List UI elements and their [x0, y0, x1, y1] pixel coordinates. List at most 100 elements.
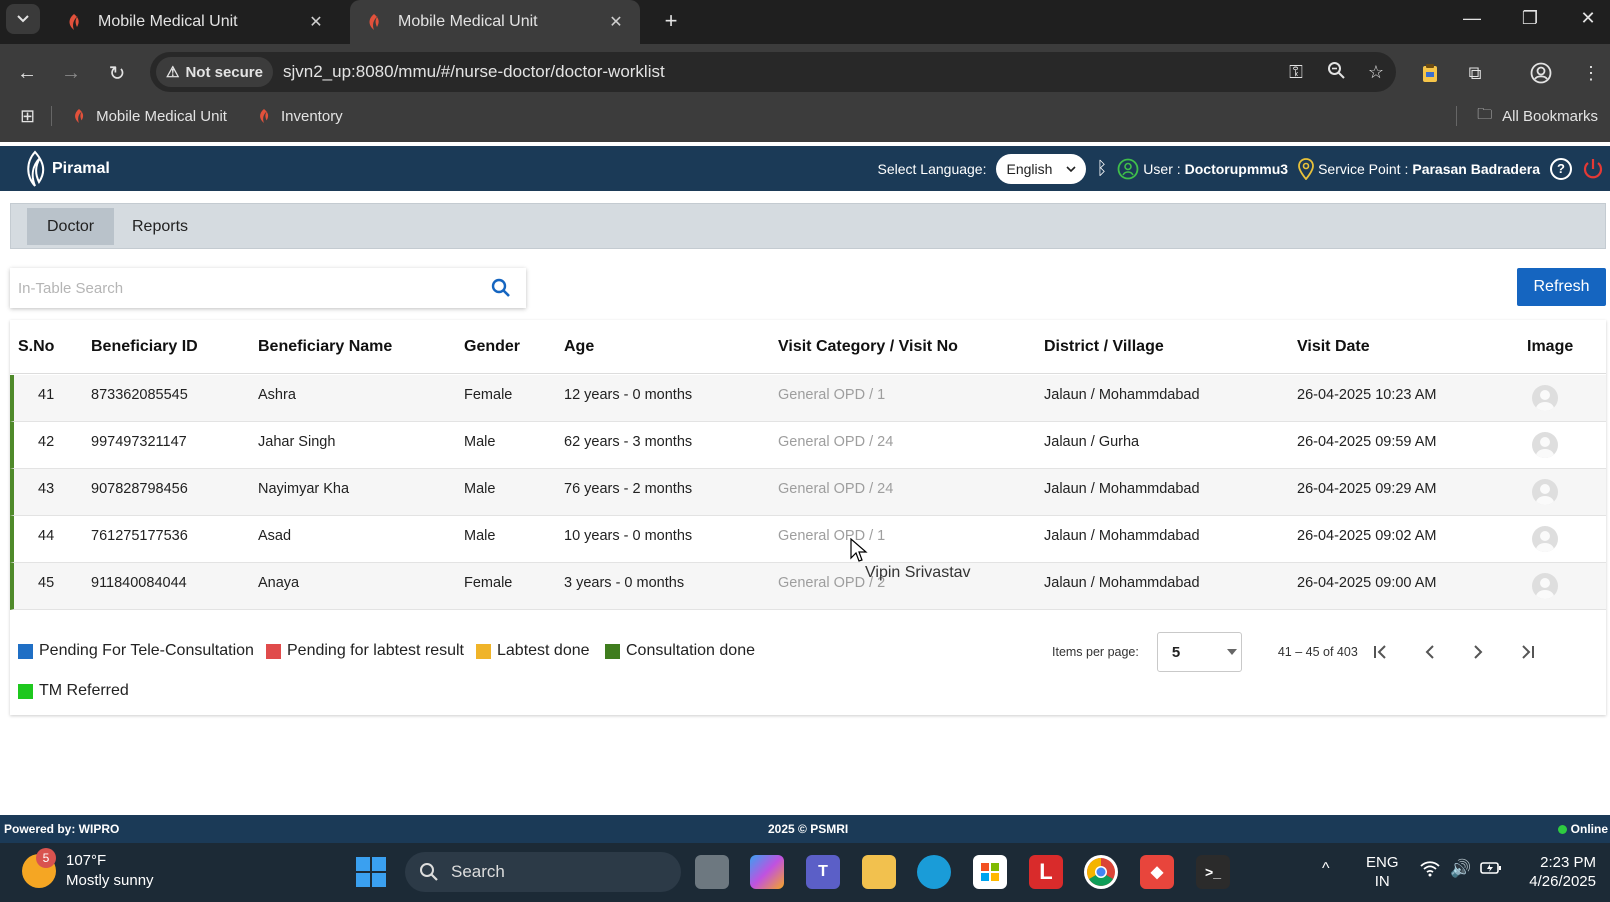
service-point-name: Parasan Badradera [1412, 160, 1540, 177]
legend-swatch [18, 683, 33, 699]
online-status: Online [1557, 822, 1608, 836]
browser-tab-2[interactable]: Mobile Medical Unit ✕ [350, 0, 640, 44]
chrome-browser-icon[interactable] [1084, 855, 1118, 889]
tab-close-icon[interactable]: ✕ [604, 12, 628, 32]
column-header[interactable]: S.No [18, 320, 54, 374]
minimize-icon[interactable]: — [1444, 0, 1500, 36]
browser-tab-1[interactable]: Mobile Medical Unit ✕ [50, 0, 340, 44]
piramal-favicon-icon [69, 14, 79, 30]
tab-close-icon[interactable]: ✕ [304, 12, 328, 32]
visit-category: General OPD [778, 387, 866, 403]
all-bookmarks-button[interactable]: 🗀 All Bookmarks [1477, 104, 1598, 129]
table-row[interactable]: 45 911840084044 Anaya Female 3 years - 0… [10, 563, 1606, 610]
chevron-down-icon [1066, 165, 1077, 172]
windows-start-icon[interactable] [356, 857, 386, 887]
refresh-button[interactable]: Refresh [1517, 268, 1606, 306]
column-header[interactable]: District / Village [1044, 320, 1164, 374]
piramal-leaf-icon [27, 150, 45, 187]
beneficiary-avatar-icon[interactable] [1532, 479, 1558, 505]
anydesk-icon[interactable]: ◆ [1140, 855, 1174, 889]
weather-widget[interactable]: 5 107°F Mostly sunny [22, 848, 154, 891]
tab-reports[interactable]: Reports [112, 208, 208, 245]
search-input[interactable] [10, 268, 476, 308]
beneficiary-avatar-icon[interactable] [1532, 432, 1558, 458]
tab-doctor[interactable]: Doctor [27, 208, 115, 245]
language-bottom: IN [1374, 873, 1390, 890]
extension-clipboard-icon[interactable] [1415, 58, 1445, 88]
magnifier-icon [1328, 61, 1345, 79]
chevron-down-icon [17, 15, 29, 23]
search-button[interactable] [476, 268, 526, 308]
table-row[interactable]: 41 873362085545 Ashra Female 12 years - … [10, 375, 1606, 422]
beneficiary-avatar-icon[interactable] [1532, 385, 1558, 411]
password-key-icon[interactable]: ⚿ [1276, 62, 1316, 83]
not-secure-chip[interactable]: ⚠ Not secure [156, 57, 273, 87]
column-header[interactable]: Visit Date [1297, 320, 1370, 374]
column-header[interactable]: Beneficiary Name [258, 320, 392, 374]
weather-condition: Mostly sunny [66, 872, 154, 889]
paginator: Items per page: 5 41 – 45 of 403 [1052, 632, 1358, 672]
cell-visit-date: 26-04-2025 09:00 AM [1297, 575, 1437, 591]
select-language-label: Select Language: [877, 160, 987, 177]
items-per-page-select[interactable]: 5 [1156, 632, 1242, 672]
table-row[interactable]: 42 997497321147 Jahar Singh Male 62 year… [10, 422, 1606, 469]
wifi-icon[interactable] [1420, 861, 1440, 882]
bookmark-label: Inventory [280, 107, 343, 125]
edge-browser-icon[interactable] [917, 855, 951, 889]
back-arrow-icon[interactable]: ← [12, 58, 42, 88]
next-page-button[interactable] [1458, 632, 1498, 672]
restore-icon[interactable]: ❐ [1502, 0, 1558, 36]
new-tab-plus-icon[interactable]: + [656, 6, 686, 36]
beneficiary-avatar-icon[interactable] [1532, 573, 1558, 599]
system-clock[interactable]: 2:23 PM 4/26/2025 [1524, 853, 1596, 891]
battery-icon[interactable] [1480, 861, 1502, 880]
column-header[interactable]: Visit Category / Visit No [778, 320, 958, 374]
profile-icon[interactable] [1526, 58, 1556, 88]
divider [51, 106, 53, 126]
volume-icon[interactable]: 🔊 [1450, 859, 1471, 878]
bookmark-inventory[interactable]: Inventory [257, 107, 343, 125]
first-page-button[interactable] [1361, 632, 1401, 672]
column-header[interactable]: Age [564, 320, 594, 374]
tab-search-button[interactable] [6, 4, 40, 34]
forward-arrow-icon[interactable]: → [56, 58, 86, 88]
address-bar[interactable]: ⚠ Not secure sjvn2_up:8080/mmu/#/nurse-d… [150, 52, 1396, 92]
bookmark-label: Mobile Medical Unit [96, 107, 227, 125]
table-row[interactable]: 43 907828798456 Nayimyar Kha Male 76 yea… [10, 469, 1606, 516]
user-info: User : Doctorupmmu3 [1117, 158, 1288, 180]
url-text[interactable]: sjvn2_up:8080/mmu/#/nurse-doctor/doctor-… [283, 62, 1276, 82]
file-explorer-icon[interactable] [862, 855, 896, 889]
apps-grid-icon[interactable]: ⊞ [20, 106, 35, 127]
teams-icon[interactable]: T [806, 855, 840, 889]
kebab-menu-icon[interactable]: ⋮ [1576, 58, 1606, 88]
column-header[interactable]: Gender [464, 320, 520, 374]
last-page-button[interactable] [1507, 632, 1547, 672]
reload-icon[interactable]: ↻ [102, 58, 132, 88]
zoom-icon[interactable] [1316, 61, 1356, 84]
terminal-icon[interactable]: >_ [1196, 855, 1230, 889]
copilot-icon[interactable] [750, 855, 784, 889]
column-header[interactable]: Beneficiary ID [91, 320, 198, 374]
bookmark-mobile-medical-unit[interactable]: Mobile Medical Unit [72, 107, 227, 125]
extensions-puzzle-icon[interactable]: ⧉ [1460, 58, 1490, 88]
beneficiary-avatar-icon[interactable] [1532, 526, 1558, 552]
cell-visit-date: 26-04-2025 09:59 AM [1297, 434, 1437, 450]
bluetooth-icon[interactable]: ᛒ [1096, 158, 1107, 179]
bookmark-star-icon[interactable]: ☆ [1356, 62, 1396, 83]
task-view-icon[interactable] [695, 855, 729, 889]
cell-sno: 42 [38, 434, 55, 450]
table-row[interactable]: 44 761275177536 Asad Male 10 years - 0 m… [10, 516, 1606, 563]
l-app-icon[interactable]: L [1029, 855, 1063, 889]
microsoft-store-icon[interactable] [973, 855, 1007, 889]
language-indicator[interactable]: ENG IN [1366, 853, 1399, 891]
previous-page-button[interactable] [1410, 632, 1450, 672]
language-select[interactable]: English [996, 153, 1087, 184]
cell-sno: 45 [38, 575, 55, 591]
close-window-icon[interactable]: ✕ [1560, 0, 1610, 36]
power-logout-icon[interactable] [1582, 158, 1604, 180]
help-icon[interactable]: ? [1550, 157, 1572, 180]
show-hidden-icons-chevron-icon[interactable]: ^ [1322, 859, 1330, 878]
cell-visit: General OPD / 1 [778, 528, 886, 544]
cell-district: Jalaun / Mohammdabad [1044, 481, 1200, 497]
taskbar-search[interactable]: Search [405, 852, 681, 892]
